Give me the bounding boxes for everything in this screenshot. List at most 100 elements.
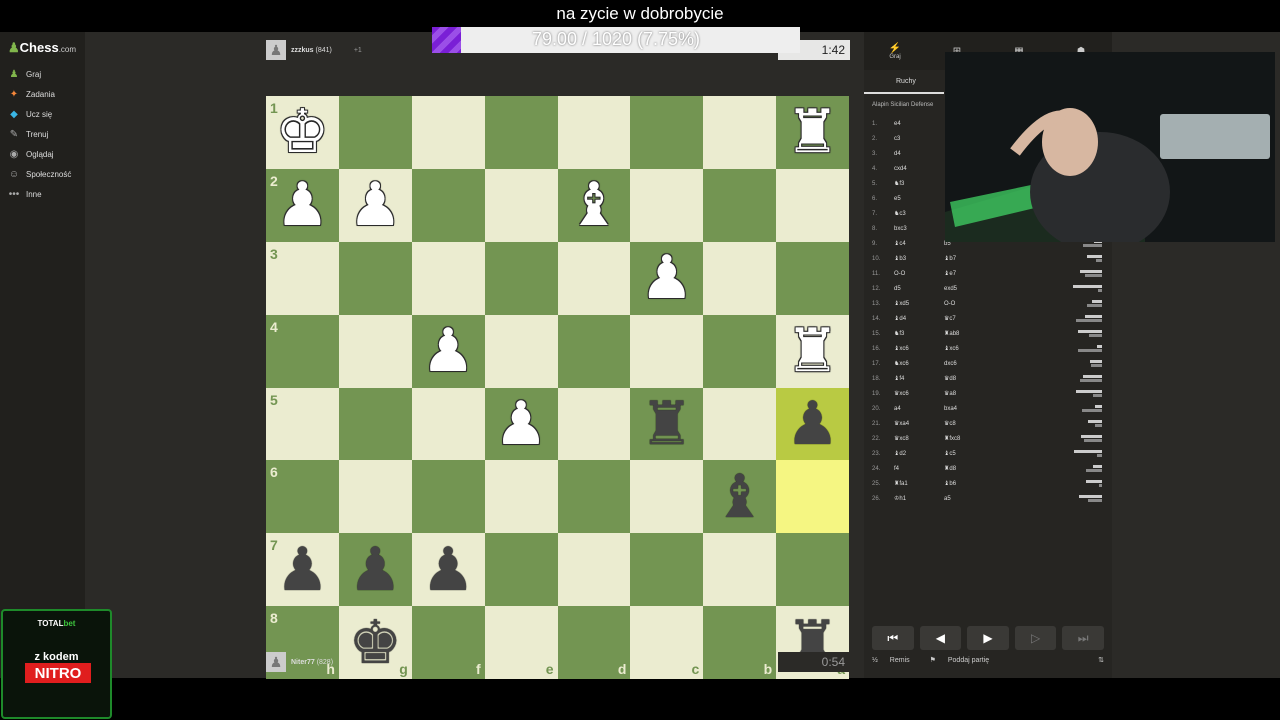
sidebar-item-2[interactable]: ✦ Zadania (8, 86, 55, 102)
white-move[interactable]: ♝xc6 (894, 345, 944, 352)
prev-move-button[interactable]: ◀ (919, 626, 962, 650)
square-c7[interactable] (630, 533, 704, 607)
square-f3[interactable] (411, 241, 485, 315)
black-move[interactable]: ♝b6 (944, 480, 994, 487)
white-move[interactable]: d4 (894, 151, 944, 157)
top-player-name[interactable]: zzzkus (291, 47, 314, 54)
square-f2[interactable] (411, 168, 485, 242)
black-move[interactable]: a5 (944, 496, 994, 502)
square-g1[interactable] (338, 96, 412, 169)
square-d7[interactable] (557, 533, 631, 607)
square-e1[interactable] (484, 96, 558, 169)
tab-moves[interactable]: Ruchy (864, 70, 944, 94)
square-g4[interactable] (338, 314, 412, 388)
black-move[interactable]: ♛d8 (944, 375, 994, 382)
square-a5[interactable]: ♟ (776, 387, 849, 461)
chess-board[interactable]: 1♚♜2♟♟♝3♟4♟♜5♟♜♟6♝7♟♟♟8hg♚fedcba♜ (266, 96, 849, 679)
square-b3[interactable] (703, 241, 777, 315)
sidebar-item-3[interactable]: ◆ Ucz się (8, 106, 52, 122)
square-a6[interactable] (776, 460, 849, 534)
square-d3[interactable] (557, 241, 631, 315)
square-a4[interactable]: ♜ (776, 314, 849, 388)
play-button[interactable]: ▶ (967, 626, 1009, 650)
white-move[interactable]: ♛xc8 (894, 435, 944, 442)
white-move[interactable]: e4 (894, 121, 944, 127)
white-move[interactable]: ♞f3 (894, 180, 944, 187)
square-c4[interactable] (630, 314, 704, 388)
square-e4[interactable] (484, 314, 558, 388)
square-e6[interactable] (484, 460, 558, 534)
square-f4[interactable]: ♟ (411, 314, 485, 388)
white-move[interactable]: a4 (894, 406, 944, 412)
white-move[interactable]: d5 (894, 286, 944, 292)
square-d6[interactable] (557, 460, 631, 534)
square-b1[interactable] (703, 96, 777, 169)
square-b6[interactable]: ♝ (703, 460, 777, 534)
black-move[interactable]: ♛a8 (944, 390, 994, 397)
black-move[interactable]: ♜fxc8 (944, 435, 994, 442)
sidebar-item-1[interactable]: ♟ Graj (8, 66, 42, 82)
chess-logo[interactable]: ♟Chess.com (8, 40, 76, 56)
square-d5[interactable] (557, 387, 631, 461)
black-move[interactable]: ♝xc6 (944, 345, 994, 352)
square-a1[interactable]: ♜ (776, 96, 849, 169)
square-c5[interactable]: ♜ (630, 387, 704, 461)
white-pawn-icon[interactable]: ♟ (348, 175, 402, 235)
square-e7[interactable] (484, 533, 558, 607)
black-move[interactable]: ♝c5 (944, 450, 994, 457)
sidebar-item-7[interactable]: ••• Inne (8, 186, 42, 202)
draw-button[interactable]: ½ Remis (872, 657, 920, 664)
black-move[interactable]: ♜d8 (944, 465, 994, 472)
square-a3[interactable] (776, 241, 849, 315)
square-c6[interactable] (630, 460, 704, 534)
bottom-player-name[interactable]: Niter77 (291, 659, 315, 666)
white-king-icon[interactable]: ♚ (276, 102, 330, 162)
square-a2[interactable] (776, 168, 849, 242)
white-move[interactable]: ♝xd5 (894, 300, 944, 307)
white-rook-icon[interactable]: ♜ (786, 102, 840, 162)
black-pawn-icon[interactable]: ♟ (276, 540, 330, 600)
square-c2[interactable] (630, 168, 704, 242)
black-rook-icon[interactable]: ♜ (640, 394, 694, 454)
sidebar-item-6[interactable]: ☺ Społeczność (8, 166, 71, 182)
white-move[interactable]: cxd4 (894, 166, 944, 172)
square-g2[interactable]: ♟ (338, 168, 412, 242)
white-move[interactable]: ♛xc6 (894, 390, 944, 397)
square-h6[interactable]: 6 (266, 460, 339, 534)
black-move[interactable]: dxc6 (944, 361, 994, 367)
square-e2[interactable] (484, 168, 558, 242)
avatar[interactable]: ♟ (266, 40, 286, 60)
square-g7[interactable]: ♟ (338, 533, 412, 607)
last-move-button[interactable]: ⏭ (1062, 626, 1104, 650)
black-move[interactable]: ♜ab8 (944, 330, 994, 337)
first-move-button[interactable]: ⏮ (872, 626, 914, 650)
white-move[interactable]: ♞c3 (894, 210, 944, 217)
avatar[interactable]: ♟ (266, 652, 286, 672)
square-b7[interactable] (703, 533, 777, 607)
black-move[interactable]: O-O (944, 301, 994, 307)
black-pawn-icon[interactable]: ♟ (348, 540, 402, 600)
square-g3[interactable] (338, 241, 412, 315)
white-move[interactable]: ♞xc6 (894, 360, 944, 367)
square-f6[interactable] (411, 460, 485, 534)
square-g6[interactable] (338, 460, 412, 534)
tab-play[interactable]: ⚡ Graj (864, 32, 926, 70)
square-e5[interactable]: ♟ (484, 387, 558, 461)
white-pawn-icon[interactable]: ♟ (421, 321, 475, 381)
white-pawn-icon[interactable]: ♟ (494, 394, 548, 454)
square-d4[interactable] (557, 314, 631, 388)
square-d2[interactable]: ♝ (557, 168, 631, 242)
square-h7[interactable]: 7 ♟ (266, 533, 339, 607)
white-move[interactable]: ♝d4 (894, 315, 944, 322)
square-f1[interactable] (411, 96, 485, 169)
white-move[interactable]: e5 (894, 196, 944, 202)
black-pawn-icon[interactable]: ♟ (421, 540, 475, 600)
white-rook-icon[interactable]: ♜ (786, 321, 840, 381)
black-bishop-icon[interactable]: ♝ (713, 467, 767, 527)
white-move[interactable]: ♛xa4 (894, 420, 944, 427)
white-bishop-icon[interactable]: ♝ (567, 175, 621, 235)
white-move[interactable]: f4 (894, 466, 944, 472)
square-c1[interactable] (630, 96, 704, 169)
black-move[interactable]: ♝b7 (944, 255, 994, 262)
square-a7[interactable] (776, 533, 849, 607)
